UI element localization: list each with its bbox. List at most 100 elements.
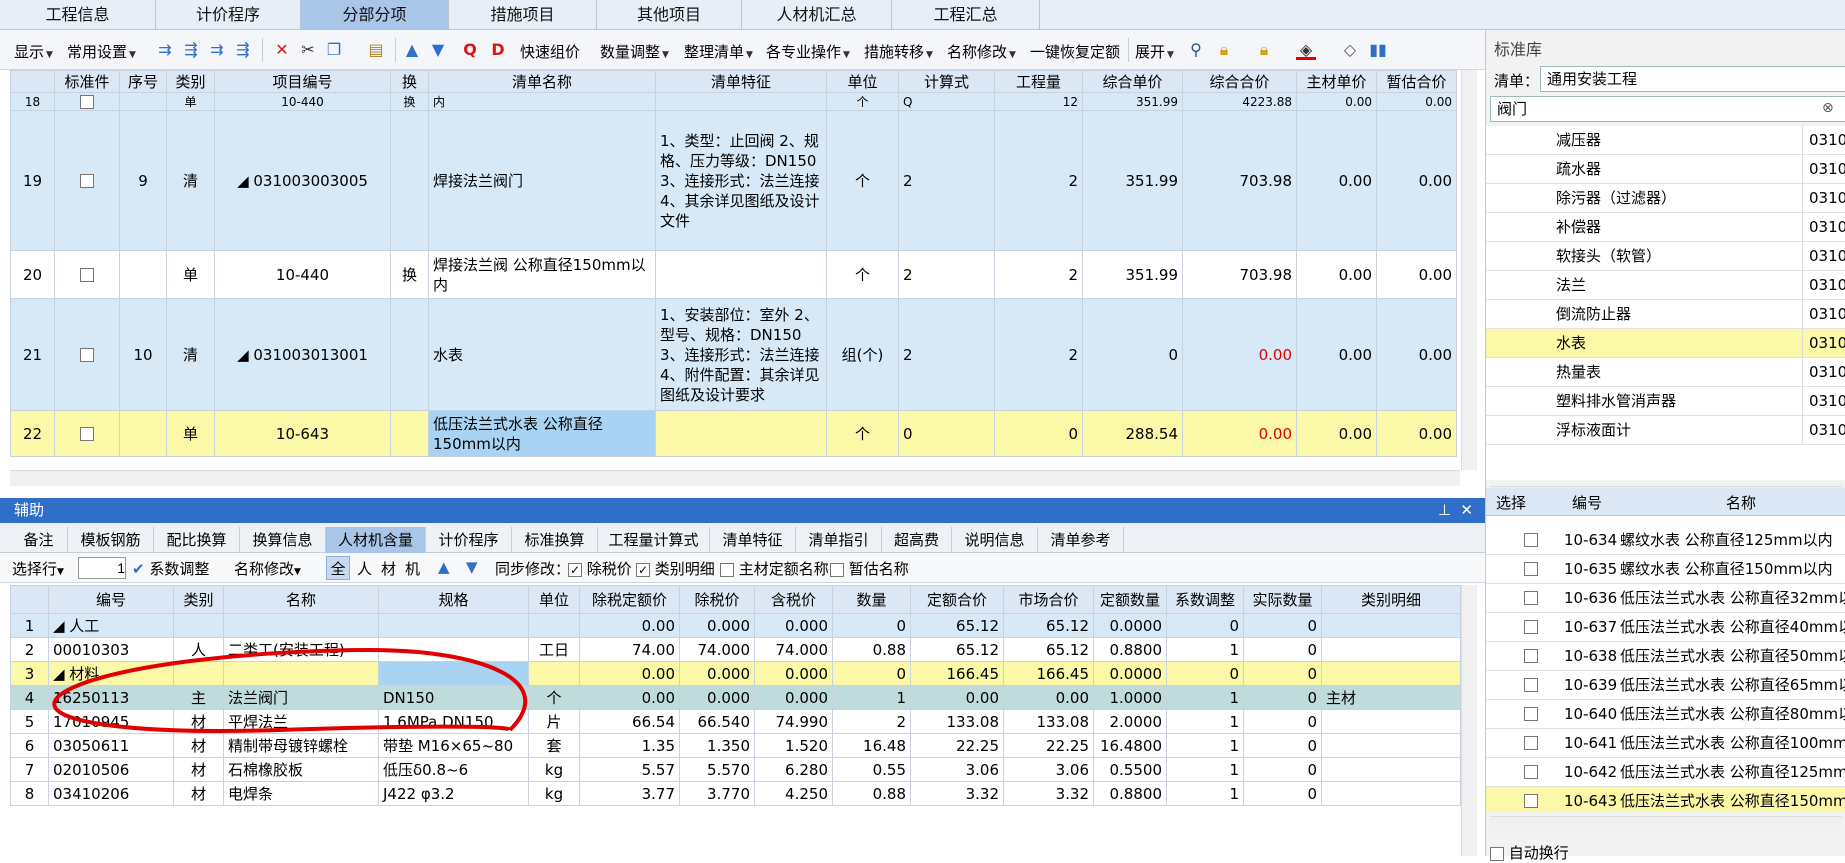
quota-row[interactable]: 10-638 低压法兰式水表 公称直径50mm以 <box>1486 642 1845 671</box>
tab-measures[interactable]: 措施项目 <box>449 0 597 30</box>
tab-pricing-program[interactable]: 计价程序 <box>156 0 301 30</box>
select-checkbox[interactable] <box>1524 591 1538 605</box>
common-settings-menu[interactable]: 常用设置 ▼ <box>67 41 136 62</box>
copy-icon[interactable]: ❐ <box>324 40 344 60</box>
filter-material-button[interactable]: 材 <box>381 558 396 579</box>
aux-tab[interactable]: 模板钢筋 <box>68 527 154 553</box>
aux-name-modify-menu[interactable]: 名称修改▼ <box>234 558 301 579</box>
aux-tab[interactable]: 工程量计算式 <box>598 527 710 553</box>
measure-transfer-menu[interactable]: 措施转移 ▼ <box>864 41 933 62</box>
quota-hscroll[interactable] <box>1490 816 1842 830</box>
cut-icon[interactable]: ✂ <box>298 40 318 60</box>
category-detail-checkbox[interactable]: ✓ 类别明细 <box>636 558 715 579</box>
tab-other-items[interactable]: 其他项目 <box>597 0 742 30</box>
aux-tab[interactable]: 清单指引 <box>796 527 882 553</box>
tab-project-info[interactable]: 工程信息 <box>0 0 156 30</box>
name-modify-menu[interactable]: 名称修改 ▼ <box>947 41 1016 62</box>
display-menu[interactable]: 显示 ▼ <box>14 41 53 62</box>
tab-project-summary[interactable]: 工程汇总 <box>892 0 1040 30</box>
table-row[interactable]: 22 单 10-643 低压法兰式水表 公称直径150mm以内 个 0 0 28… <box>10 410 1457 457</box>
qty-adjust-menu[interactable]: 数量调整 ▼ <box>600 41 669 62</box>
quota-row[interactable]: 10-639 低压法兰式水表 公称直径65mm以 <box>1486 671 1845 700</box>
aux-tab[interactable]: 清单特征 <box>710 527 796 553</box>
quota-row[interactable]: 10-634 螺纹水表 公称直径125mm以内 <box>1486 526 1845 555</box>
table-row[interactable]: 20 单 10-440 换 焊接法兰阀 公称直径150mm以内 个 2 2 35… <box>10 250 1457 299</box>
aux-tab[interactable]: 标准换算 <box>512 527 598 553</box>
list-item[interactable]: 疏水器 03100 <box>1486 155 1845 184</box>
aux-tab[interactable]: 备注 <box>10 527 68 553</box>
list-q-icon[interactable]: Q <box>460 40 480 60</box>
main-quota-name-checkbox[interactable]: 主材定额名称 <box>720 558 829 579</box>
standard-checkbox[interactable] <box>54 410 120 457</box>
list-item[interactable]: 倒流防止器 03100 <box>1486 300 1845 329</box>
quota-d-icon[interactable]: D <box>488 40 508 60</box>
aux-tab[interactable]: 超高费 <box>882 527 952 553</box>
aux-tab[interactable]: 换算信息 <box>240 527 326 553</box>
filter-machine-button[interactable]: 机 <box>405 558 420 579</box>
restore-quota-button[interactable]: 一键恢复定额 <box>1030 41 1120 62</box>
list-item[interactable]: 减压器 03100 <box>1486 126 1845 155</box>
tab-sub-items[interactable]: 分部分项 <box>301 0 449 30</box>
select-checkbox[interactable] <box>1524 736 1538 750</box>
select-row-menu[interactable]: 选择行▼ <box>12 558 64 579</box>
move-up-icon[interactable]: ▲ <box>402 40 422 60</box>
list-item[interactable]: 塑料排水管消声器 03100 <box>1486 387 1845 416</box>
quota-row[interactable]: 10-640 低压法兰式水表 公称直径80mm以 <box>1486 700 1845 729</box>
name-cell[interactable]: 低压法兰式水表 公称直径150mm以内 <box>428 410 656 457</box>
table-row[interactable]: 21 10 清 ◢ 031003013001 水表 1、安装部位：室外 2、型号… <box>10 298 1457 411</box>
lock-icon[interactable]: 🔒︎ <box>1214 40 1234 60</box>
quota-row[interactable]: 10-635 螺纹水表 公称直径150mm以内 <box>1486 555 1845 584</box>
select-checkbox[interactable] <box>1524 562 1538 576</box>
organize-menu[interactable]: 整理清单 ▼ <box>684 41 753 62</box>
clear-icon[interactable]: ⊗ <box>1822 100 1834 116</box>
standard-checkbox[interactable] <box>54 92 120 111</box>
standard-checkbox[interactable] <box>54 110 120 251</box>
expand-menu[interactable]: 展开 ▼ <box>1135 41 1174 62</box>
bar-chart-icon[interactable]: ▮▮ <box>1368 40 1388 60</box>
aux-tab[interactable]: 说明信息 <box>952 527 1038 553</box>
fill-color-icon[interactable]: ◈ <box>1296 40 1316 60</box>
paste-icon[interactable]: ▤ <box>366 40 386 60</box>
list-item[interactable]: 补偿器 03100 <box>1486 213 1845 242</box>
aux-grid-vscroll[interactable] <box>1461 585 1477 856</box>
select-checkbox[interactable] <box>1524 533 1538 547</box>
pin-icon[interactable]: ⊥ <box>1438 498 1451 523</box>
eraser-icon[interactable]: ◇ <box>1340 40 1360 60</box>
standard-checkbox[interactable] <box>54 298 120 411</box>
append-child-icon[interactable]: ⇶ <box>233 40 253 60</box>
close-icon[interactable]: ✕ <box>1460 498 1473 523</box>
main-grid-hscroll[interactable] <box>10 470 1460 486</box>
coef-adjust-button[interactable]: ✔ 系数调整 <box>132 558 209 579</box>
aux-tab[interactable]: 清单参考 <box>1038 527 1124 553</box>
auto-wrap-checkbox[interactable]: 自动换行 <box>1490 842 1569 863</box>
quota-row[interactable]: 10-636 低压法兰式水表 公称直径32mm以 <box>1486 584 1845 613</box>
move-down-icon[interactable]: ▼ <box>466 558 478 576</box>
table-row[interactable]: 8 03410206 材电焊条 J422 φ3.2 kg 3.77 3.770 4.250 0.… <box>10 781 1461 806</box>
table-row[interactable]: 1 ◢ 人工 0.00 0.000 0.000 0 65.12 65.12 0.0000 0 0 <box>10 613 1461 638</box>
tax-excl-checkbox[interactable]: ✓ 除税价 <box>568 558 632 579</box>
table-row[interactable]: 7 02010506 材石棉橡胶板 低压δ0.8~6 kg 5.57 5.570 6.280 0… <box>10 757 1461 782</box>
move-down-icon[interactable]: ▼ <box>428 40 448 60</box>
select-checkbox[interactable] <box>1524 620 1538 634</box>
standard-checkbox[interactable] <box>54 250 120 299</box>
quota-row[interactable]: 10-637 低压法兰式水表 公称直径40mm以 <box>1486 613 1845 642</box>
table-row[interactable]: 18 单 10-440 换 内 个 Q 12 351.99 4223.88 0.… <box>10 92 1457 111</box>
select-row-input[interactable] <box>78 557 126 579</box>
quota-row[interactable]: 10-643 低压法兰式水表 公称直径150mm <box>1486 787 1845 812</box>
temp-name-checkbox[interactable]: 暂估名称 <box>830 558 909 579</box>
list-select[interactable]: 通用安装工程 <box>1540 66 1845 92</box>
list-item[interactable]: 法兰 03100 <box>1486 271 1845 300</box>
select-checkbox[interactable] <box>1524 678 1538 692</box>
table-row[interactable]: 19 9 清 ◢ 031003003005 焊接法兰阀门 1、类型：止回阀 2、… <box>10 110 1457 251</box>
tab-labor-material-summary[interactable]: 人材机汇总 <box>742 0 892 30</box>
list-item[interactable]: 浮标液面计 03100 <box>1486 416 1845 445</box>
insert-row-icon[interactable]: ⇉ <box>155 40 175 60</box>
specialty-ops-menu[interactable]: 各专业操作 ▼ <box>766 41 850 62</box>
quick-price-button[interactable]: 快速组价 <box>520 41 580 62</box>
select-checkbox[interactable] <box>1524 707 1538 721</box>
quota-row[interactable]: 10-641 低压法兰式水表 公称直径100mm <box>1486 729 1845 758</box>
move-up-icon[interactable]: ▲ <box>438 558 450 576</box>
list-item[interactable]: 软接头（软管） 03100 <box>1486 242 1845 271</box>
lock-all-icon[interactable]: 🔒︎ <box>1254 40 1274 60</box>
list-item[interactable]: 除污器（过滤器） 03100 <box>1486 184 1845 213</box>
